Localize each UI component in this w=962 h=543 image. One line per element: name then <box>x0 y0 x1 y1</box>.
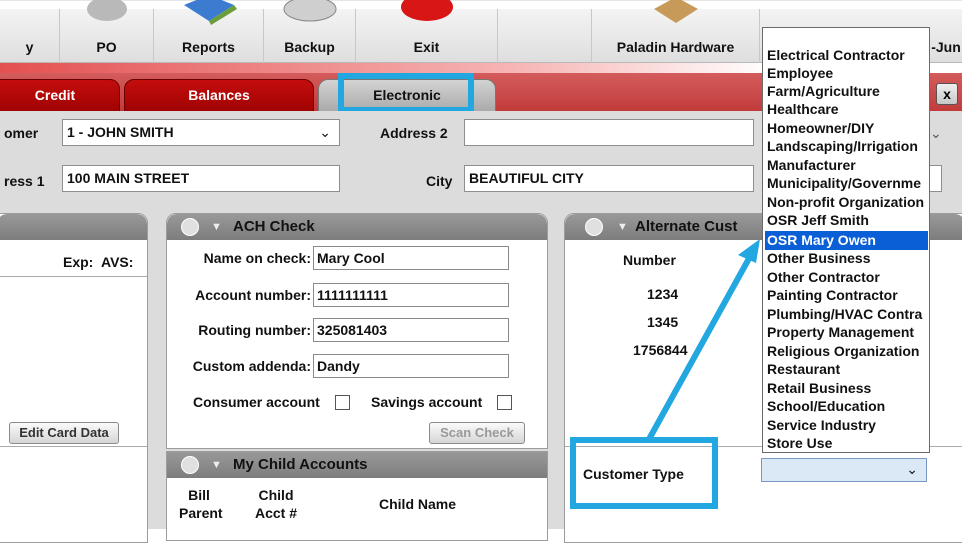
app-window: y PO Reports Backup Exit Paladin Hardwar… <box>0 0 962 543</box>
dropdown-option[interactable]: Other Business <box>765 249 928 268</box>
dropdown-option[interactable]: Electrical Contractor <box>765 46 928 65</box>
dropdown-option[interactable]: Property Management <box>765 323 928 342</box>
dropdown-option[interactable]: Employee <box>765 64 928 83</box>
customer-type-dropdown-list[interactable]: Electrical Contractor Employee Farm/Agri… <box>762 27 930 453</box>
dropdown-option[interactable]: Religious Organization <box>765 342 928 361</box>
dropdown-option[interactable]: Service Industry <box>765 416 928 435</box>
dropdown-option[interactable]: Plumbing/HVAC Contra <box>765 305 928 324</box>
dropdown-option[interactable]: Healthcare <box>765 100 928 119</box>
dropdown-option[interactable]: Painting Contractor <box>765 286 928 305</box>
dropdown-option[interactable]: Homeowner/DIY <box>765 119 928 138</box>
dropdown-option[interactable]: Municipality/Governme <box>765 174 928 193</box>
dropdown-option[interactable]: Landscaping/Irrigation <box>765 137 928 156</box>
dropdown-option[interactable]: Retail Business <box>765 379 928 398</box>
dropdown-option[interactable]: OSR Jeff Smith <box>765 211 928 230</box>
dropdown-option[interactable]: Manufacturer <box>765 156 928 175</box>
dropdown-option[interactable]: Other Contractor <box>765 268 928 287</box>
dropdown-option[interactable]: Restaurant <box>765 360 928 379</box>
dropdown-option[interactable]: Farm/Agriculture <box>765 82 928 101</box>
dropdown-option[interactable]: Non-profit Organization <box>765 193 928 212</box>
dropdown-option-selected[interactable]: OSR Mary Owen <box>765 231 928 250</box>
dropdown-option[interactable]: Store Use <box>765 434 928 453</box>
dropdown-option[interactable]: School/Education <box>765 397 928 416</box>
